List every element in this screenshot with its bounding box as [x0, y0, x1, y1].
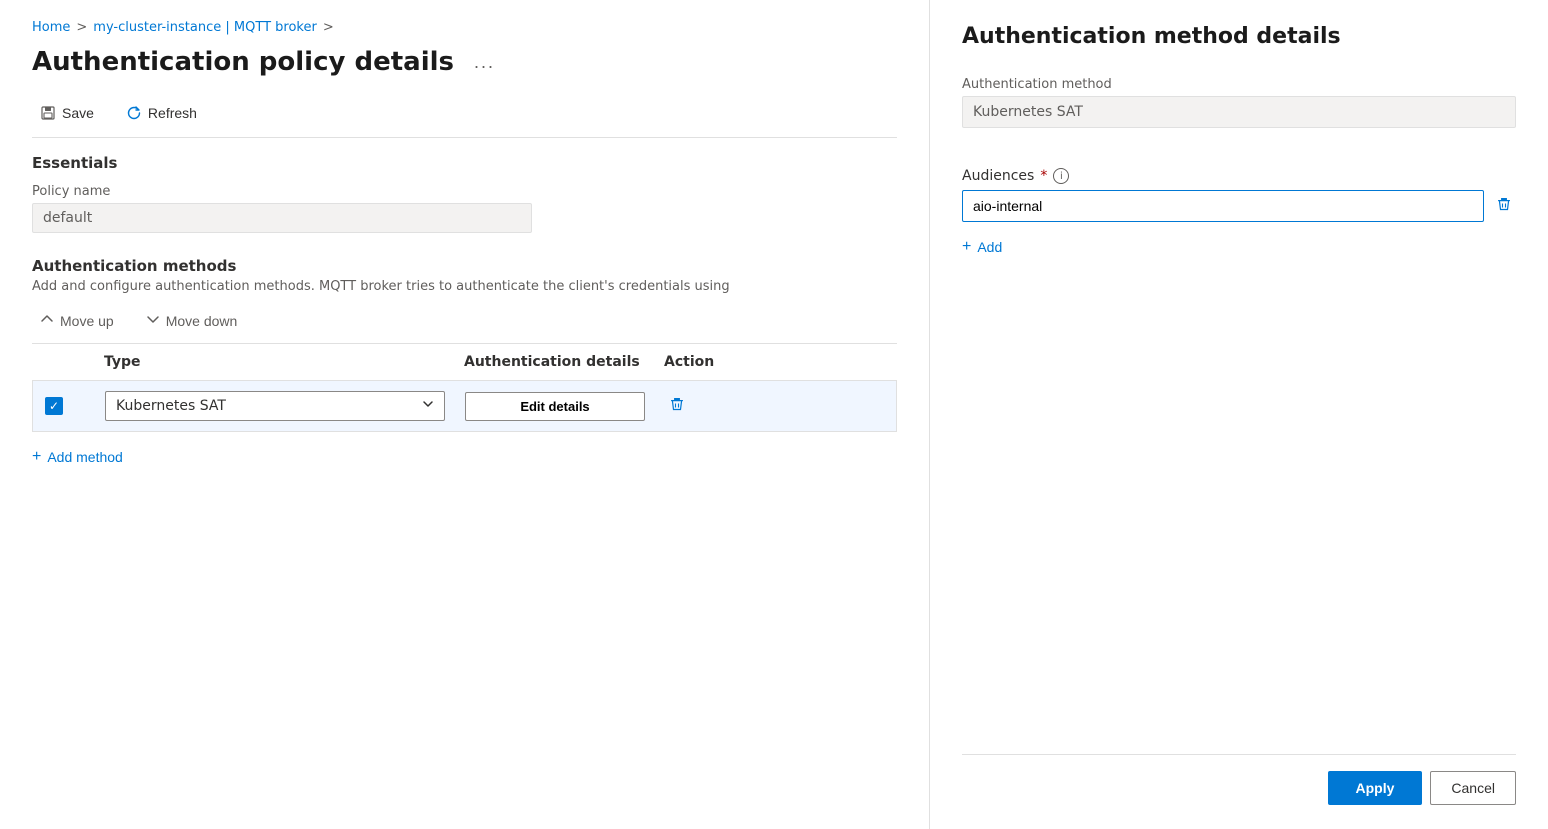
add-method-button[interactable]: + Add method	[32, 440, 123, 474]
row-auth-details-cell: Edit details	[465, 392, 665, 421]
toolbar: Save Refresh	[32, 101, 897, 138]
apply-button[interactable]: Apply	[1328, 771, 1423, 805]
essentials-title: Essentials	[32, 154, 897, 172]
chevron-down-icon	[422, 398, 434, 414]
essentials-section: Essentials Policy name default	[32, 154, 897, 233]
save-button[interactable]: Save	[32, 101, 102, 125]
add-audience-button[interactable]: + Add	[962, 234, 1002, 260]
col-checkbox-header	[44, 354, 104, 370]
refresh-icon	[126, 105, 142, 121]
table-row: ✓ Kubernetes SAT Edit details	[32, 380, 897, 432]
more-options-button[interactable]: ...	[466, 48, 503, 77]
move-up-icon	[40, 312, 54, 329]
delete-audience-button[interactable]	[1492, 192, 1516, 221]
policy-name-label: Policy name	[32, 184, 897, 199]
save-label: Save	[62, 105, 94, 121]
breadcrumb-sep1: >	[76, 20, 87, 35]
move-toolbar: Move up Move down	[32, 308, 897, 344]
audiences-label-row: Audiences * i	[962, 168, 1516, 184]
page-title: Authentication policy details	[32, 47, 454, 77]
add-audience-plus-icon: +	[962, 238, 971, 256]
breadcrumb: Home > my-cluster-instance | MQTT broker…	[32, 20, 897, 35]
audiences-info-icon[interactable]: i	[1053, 168, 1069, 184]
right-spacer	[962, 260, 1516, 754]
auth-methods-desc: Add and configure authentication methods…	[32, 279, 897, 294]
auth-method-label: Authentication method	[962, 77, 1516, 92]
row-action-cell	[665, 392, 765, 421]
cancel-button[interactable]: Cancel	[1430, 771, 1516, 805]
add-audience-label: Add	[977, 239, 1002, 255]
refresh-button[interactable]: Refresh	[118, 101, 205, 125]
refresh-label: Refresh	[148, 105, 197, 121]
checkbox-check-icon: ✓	[49, 399, 59, 413]
col-auth-details-header: Authentication details	[464, 354, 664, 370]
type-select-value: Kubernetes SAT	[116, 398, 226, 414]
audiences-input-row	[962, 190, 1516, 222]
auth-method-field: Authentication method Kubernetes SAT	[962, 77, 1516, 148]
delete-row-button[interactable]	[665, 392, 689, 421]
page-title-row: Authentication policy details ...	[32, 47, 897, 77]
auth-method-value: Kubernetes SAT	[962, 96, 1516, 128]
auth-methods-title: Authentication methods	[32, 257, 897, 275]
type-select[interactable]: Kubernetes SAT	[105, 391, 445, 421]
audiences-field: Audiences * i + Add	[962, 168, 1516, 260]
right-footer: Apply Cancel	[962, 754, 1516, 805]
audiences-input[interactable]	[962, 190, 1484, 222]
breadcrumb-sep2: >	[323, 20, 334, 35]
edit-details-button[interactable]: Edit details	[465, 392, 645, 421]
audiences-label: Audiences	[962, 168, 1034, 184]
move-down-icon	[146, 312, 160, 329]
save-icon	[40, 105, 56, 121]
move-down-button[interactable]: Move down	[138, 308, 246, 333]
col-type-header: Type	[104, 354, 464, 370]
breadcrumb-cluster[interactable]: my-cluster-instance | MQTT broker	[93, 20, 317, 35]
audiences-required-star: *	[1040, 168, 1047, 184]
move-up-button[interactable]: Move up	[32, 308, 122, 333]
move-down-label: Move down	[166, 313, 238, 329]
row-checkbox[interactable]: ✓	[45, 397, 63, 415]
col-action-header: Action	[664, 354, 764, 370]
move-up-label: Move up	[60, 313, 114, 329]
auth-methods-section: Authentication methods Add and configure…	[32, 257, 897, 474]
breadcrumb-home[interactable]: Home	[32, 20, 70, 35]
plus-icon: +	[32, 448, 41, 466]
left-panel: Home > my-cluster-instance | MQTT broker…	[0, 0, 930, 829]
add-method-label: Add method	[47, 449, 123, 465]
right-panel-title: Authentication method details	[962, 24, 1516, 49]
right-panel: Authentication method details Authentica…	[930, 0, 1548, 829]
policy-name-value: default	[32, 203, 532, 233]
table-header: Type Authentication details Action	[32, 344, 897, 380]
row-type-cell: Kubernetes SAT	[105, 391, 465, 421]
row-checkbox-cell[interactable]: ✓	[45, 397, 105, 415]
